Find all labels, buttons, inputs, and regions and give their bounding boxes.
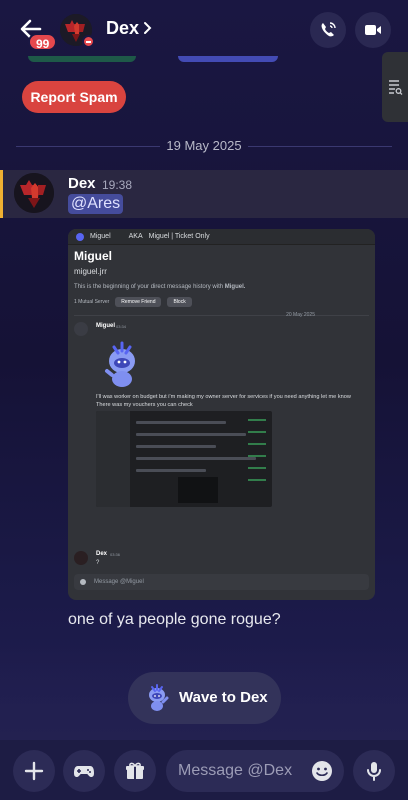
nested-row <box>136 433 246 436</box>
unread-badge: 99 <box>28 33 58 51</box>
nested-popup <box>178 477 218 503</box>
embed-topbar-server: Miguel | Ticket Only <box>148 233 210 240</box>
embed-date: 20 May 2025 <box>286 312 315 318</box>
partial-button-green[interactable] <box>28 56 136 62</box>
dnd-status-icon <box>82 35 95 48</box>
date-label: 19 May 2025 <box>166 138 242 153</box>
nested-row <box>136 445 216 448</box>
wumpus-wave-icon <box>149 684 169 711</box>
chevron-right-icon[interactable] <box>142 19 154 37</box>
nested-member <box>248 431 266 433</box>
embed-sender: Miguel <box>96 323 115 329</box>
message-avatar[interactable] <box>14 173 54 213</box>
activities-button[interactable] <box>63 750 105 792</box>
phone-icon <box>321 22 336 37</box>
embed-mutual: 1 Mutual Server <box>74 299 110 305</box>
emoji-icon[interactable] <box>310 759 334 783</box>
nested-member <box>248 455 266 457</box>
embed-message-line2: There was my vouchers you can check <box>96 402 193 408</box>
partial-button-blue[interactable] <box>178 56 278 62</box>
message-text: one of ya people gone rogue? <box>68 611 281 628</box>
embed-message-line1: I'll was worker on budget but i'm making… <box>96 394 351 400</box>
embed-nested-screenshot <box>96 411 272 507</box>
mention-highlight-bar <box>0 170 3 218</box>
wave-button[interactable]: Wave to Dex <box>128 672 281 724</box>
gift-button[interactable] <box>114 750 156 792</box>
list-search-icon <box>389 80 403 95</box>
nested-member-list <box>248 411 278 507</box>
nested-member <box>248 467 266 469</box>
embed-avatar <box>76 232 84 241</box>
page-title[interactable]: Dex <box>106 18 139 39</box>
embed-reply-time: 03:36 <box>110 552 121 557</box>
message-composer[interactable] <box>166 750 344 792</box>
divider-line <box>16 146 160 147</box>
nested-member <box>248 443 266 445</box>
gamepad-icon <box>74 766 94 777</box>
plus-icon <box>24 761 44 781</box>
embed-intro-name: Miguel. <box>224 284 246 290</box>
nested-member <box>248 419 266 421</box>
embed-intro-text: This is the beginning of your direct mes… <box>74 284 225 290</box>
gift-icon <box>126 762 144 779</box>
message-highlight <box>0 170 408 218</box>
embed-topbar: Miguel AKA Miguel | Ticket Only <box>68 229 375 245</box>
embed-reply-text: ? <box>96 560 100 566</box>
nested-row <box>136 457 256 460</box>
date-divider: 19 May 2025 <box>0 137 408 155</box>
microphone-icon <box>367 762 381 781</box>
embed-title: Miguel <box>74 249 112 263</box>
attach-button[interactable] <box>13 750 55 792</box>
voice-message-button[interactable] <box>353 750 395 792</box>
member-list-handle[interactable] <box>382 52 408 122</box>
message-timestamp: 19:38 <box>102 178 133 192</box>
embed-topbar-aka: AKA <box>128 233 143 240</box>
divider-line <box>248 146 392 147</box>
embed-intro: This is the beginning of your direct mes… <box>74 284 245 290</box>
image-attachment[interactable]: Miguel AKA Miguel | Ticket Only Miguel m… <box>68 229 375 600</box>
nested-sidebar <box>96 411 130 507</box>
embed-input: Message @Miguel <box>74 574 369 590</box>
embed-reply-avatar <box>74 551 88 565</box>
video-camera-icon <box>365 25 381 35</box>
message-input[interactable] <box>178 750 308 792</box>
embed-sender-avatar <box>74 322 88 336</box>
embed-block: Block <box>167 297 192 307</box>
embed-topbar-name: Miguel <box>90 233 111 240</box>
nested-row <box>136 421 226 424</box>
wave-label: Wave to Dex <box>179 689 268 706</box>
user-mention[interactable]: @Ares <box>68 194 124 214</box>
report-spam-button[interactable]: Report Spam <box>22 81 126 113</box>
nested-row <box>136 469 206 472</box>
embed-mutual-row: 1 Mutual Server Remove Friend Block <box>74 297 192 307</box>
wumpus-sticker <box>105 341 135 387</box>
embed-handle: miguel.jrr <box>74 267 107 276</box>
chat-header: 99 Dex <box>0 0 408 62</box>
voice-call-button[interactable] <box>310 12 346 48</box>
avatar-image <box>14 173 54 213</box>
embed-plus-icon <box>80 579 86 585</box>
video-call-button[interactable] <box>355 12 391 48</box>
message-author[interactable]: Dex <box>68 175 96 192</box>
nested-member <box>248 479 266 481</box>
embed-remove-friend: Remove Friend <box>115 297 162 307</box>
embed-sender-time: 03:34 <box>116 324 127 329</box>
embed-reply-author: Dex <box>96 551 108 557</box>
embed-message: I'll was worker on budget but i'm making… <box>96 393 375 409</box>
